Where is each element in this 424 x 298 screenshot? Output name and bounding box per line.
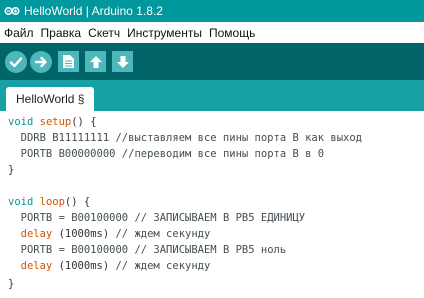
code-line-4: } bbox=[8, 162, 14, 178]
tab-strip: HelloWorld § bbox=[0, 80, 424, 111]
code-comment: //переводим все пины порта B в 0 bbox=[121, 148, 325, 160]
code-line-7: delay (1000ms) // ждем секунду bbox=[8, 226, 211, 242]
open-icon bbox=[89, 55, 102, 68]
code-text: () { bbox=[71, 116, 97, 128]
title-bar: HelloWorld | Arduino 1.8.2 bbox=[0, 0, 424, 22]
menu-bar: Файл Правка Скетч Инструменты Помощь bbox=[0, 22, 424, 43]
code-line-3: PORTB B00000000 //переводим все пины пор… bbox=[8, 146, 324, 162]
code-text: } bbox=[8, 164, 15, 176]
code-text: PORTB B00000000 bbox=[8, 148, 122, 160]
keyword-void: void bbox=[8, 196, 34, 208]
new-button[interactable] bbox=[58, 51, 79, 72]
code-comment: // ждем секунду bbox=[115, 260, 211, 272]
function-setup: setup bbox=[39, 116, 72, 128]
function-loop: loop bbox=[39, 196, 65, 208]
verify-icon bbox=[9, 56, 23, 67]
function-delay: delay bbox=[20, 228, 53, 240]
save-icon bbox=[116, 55, 129, 68]
code-line-1: void setup() { bbox=[8, 114, 97, 130]
code-line-9: delay (1000ms) // ждем секунду bbox=[8, 258, 211, 274]
arduino-logo-icon bbox=[4, 5, 20, 17]
code-line-2: DDRB B11111111 //выставляем все пины пор… bbox=[8, 130, 362, 146]
menu-sketch[interactable]: Скетч bbox=[88, 26, 120, 40]
code-comment: // ждем секунду bbox=[115, 228, 211, 240]
save-button[interactable] bbox=[112, 51, 133, 72]
menu-file[interactable]: Файл bbox=[4, 26, 34, 40]
code-text: PORTB = B00100000 bbox=[8, 212, 135, 224]
menu-tools[interactable]: Инструменты bbox=[127, 26, 202, 40]
toolbar bbox=[0, 43, 424, 80]
upload-icon bbox=[34, 56, 47, 67]
code-text: DDRB B11111111 bbox=[8, 132, 116, 144]
code-text: } bbox=[8, 278, 15, 290]
code-text: () { bbox=[64, 196, 91, 208]
menu-edit[interactable]: Правка bbox=[41, 26, 82, 40]
code-text: (1000ms) bbox=[52, 260, 116, 272]
code-line-8: PORTB = B00100000 // ЗАПИСЫВАЕМ В PB5 но… bbox=[8, 242, 287, 258]
code-text: PORTB = B00100000 bbox=[8, 244, 135, 256]
open-button[interactable] bbox=[85, 51, 106, 72]
menu-help[interactable]: Помощь bbox=[209, 26, 255, 40]
function-delay: delay bbox=[20, 260, 53, 272]
keyword-void: void bbox=[8, 116, 34, 128]
code-line-10: } bbox=[8, 276, 14, 292]
code-comment: // ЗАПИСЫВАЕМ В PB5 ноль bbox=[134, 244, 287, 256]
tab-label: HelloWorld § bbox=[16, 92, 85, 106]
tab-helloworld[interactable]: HelloWorld § bbox=[6, 87, 95, 111]
code-line-6: PORTB = B00100000 // ЗАПИСЫВАЕМ В PB5 ЕД… bbox=[8, 210, 305, 226]
code-line-5: void loop() { bbox=[8, 194, 90, 210]
code-text: (1000ms) bbox=[52, 228, 116, 240]
code-comment: // ЗАПИСЫВАЕМ В PB5 ЕДИНИЦУ bbox=[134, 212, 306, 224]
verify-button[interactable] bbox=[5, 50, 27, 73]
code-editor[interactable]: void setup() { DDRB B11111111 //выставля… bbox=[0, 111, 424, 298]
upload-button[interactable] bbox=[30, 50, 52, 73]
new-icon bbox=[63, 55, 74, 68]
window-title: HelloWorld | Arduino 1.8.2 bbox=[24, 4, 163, 18]
code-comment: //выставляем все пины порта B как выход bbox=[115, 132, 363, 144]
